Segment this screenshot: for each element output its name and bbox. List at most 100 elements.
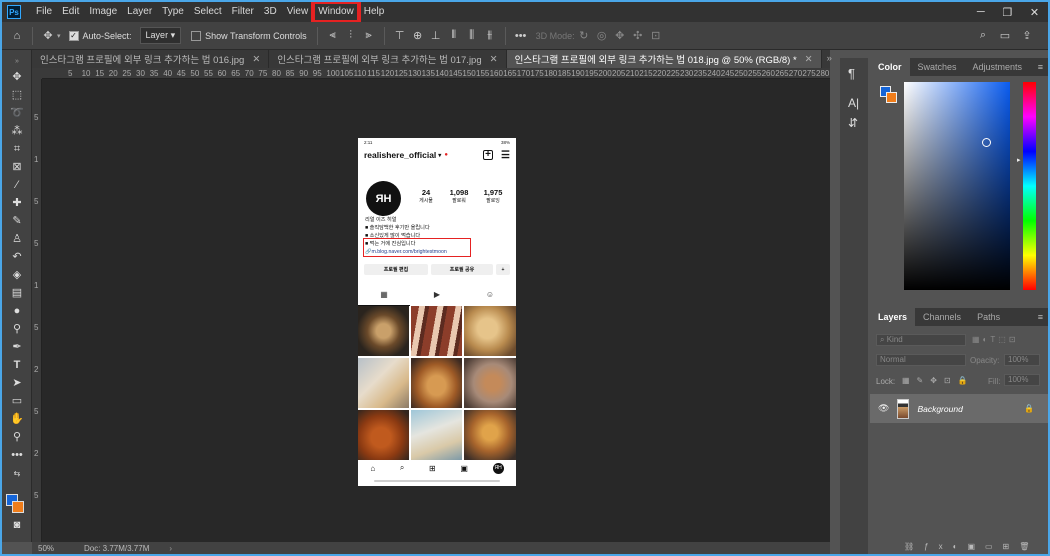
home-icon[interactable]: ⌂ [8,30,26,42]
layer-row-background[interactable]: 👁 Background 🔒 [870,394,1048,423]
share-icon[interactable]: ⇪ [1018,29,1036,42]
zoom-tool-icon[interactable]: ⚲ [8,430,26,445]
menu-filter[interactable]: Filter [227,2,259,22]
menu-file[interactable]: File [31,2,57,22]
quick-select-tool-icon[interactable]: ⁂ [8,124,26,139]
align-right-icon[interactable]: ⫸ [360,29,378,42]
pan-3d-icon[interactable]: ✥ [611,29,629,42]
align-center-icon[interactable]: ⫶ [342,29,360,42]
zoom-level[interactable]: 50% [32,544,62,553]
glyphs-icon[interactable]: ⇵ [848,116,858,130]
dodge-tool-icon[interactable]: ⚲ [8,322,26,337]
lock-icons[interactable]: ▦✎✥⊡🔒 [902,376,975,385]
chevron-down-icon[interactable]: ▾ [57,32,61,40]
pen-tool-icon[interactable]: ✒ [8,340,26,355]
close-icon[interactable]: ✕ [1030,6,1039,19]
eyedropper-tool-icon[interactable]: ⁄ [8,178,26,193]
opacity-field[interactable]: 100% [1004,354,1040,366]
brush-tool-icon[interactable]: ✎ [8,214,26,229]
close-tab-icon[interactable]: ✕ [805,54,813,65]
menu-image[interactable]: Image [84,2,122,22]
menu-select[interactable]: Select [189,2,227,22]
fill-field[interactable]: 100% [1004,374,1040,386]
show-transform-checkbox[interactable] [191,30,202,41]
maximize-icon[interactable]: ❐ [1002,6,1012,19]
align-top-icon[interactable]: ⊤ [391,29,409,42]
roll-3d-icon[interactable]: ◎ [593,29,611,42]
gradient-tool-icon[interactable]: ▤ [8,286,26,301]
scale-3d-icon[interactable]: ⊡ [647,29,665,42]
color-field[interactable] [904,82,1010,290]
document-tab[interactable]: 인스타그램 프로필에 외부 링크 추가하는 법 016.jpg ✕ [32,50,270,68]
menu-layer[interactable]: Layer [122,2,157,22]
close-tab-icon[interactable]: ✕ [252,54,260,65]
path-selection-tool-icon[interactable]: ➤ [8,376,26,391]
canvas-area[interactable]: 2:11 38% realishere_official ▾ ● + ☰ ЯH … [42,79,830,542]
swap-colors-icon[interactable]: ⇆ [8,466,26,481]
minimize-icon[interactable]: ─ [977,6,985,18]
hand-tool-icon[interactable]: ✋ [8,412,26,427]
panel-menu-icon[interactable]: ≡ [1038,312,1043,322]
auto-select-target-dropdown[interactable]: Layer ▾ [139,27,182,44]
workspace-icon[interactable]: ▭ [996,29,1014,42]
healing-brush-tool-icon[interactable]: ✚ [8,196,26,211]
quick-mask-icon[interactable]: ◙ [8,518,26,533]
tab-channels[interactable]: Channels [915,308,969,326]
color-picker-handle[interactable] [982,138,991,147]
type-tool-icon[interactable]: T [8,358,26,373]
tab-layers[interactable]: Layers [870,308,916,326]
close-tab-icon[interactable]: ✕ [490,54,498,65]
more-tools-icon[interactable]: ••• [8,448,26,463]
distribute-center-icon[interactable]: ⫼ [463,29,481,42]
align-left-icon[interactable]: ⫷ [324,29,342,42]
collapse-toolbar-icon[interactable]: » [8,54,26,69]
distribute-left-icon[interactable]: ⫴ [445,29,463,42]
menu-help[interactable]: Help [359,2,390,22]
lasso-tool-icon[interactable]: ➰ [8,106,26,121]
character-icon[interactable]: A| [848,96,859,110]
hue-slider[interactable] [1023,82,1036,290]
tab-swatches[interactable]: Swatches [910,58,965,76]
more-options-icon[interactable]: ••• [512,30,530,42]
menu-3d[interactable]: 3D [259,2,282,22]
visibility-eye-icon[interactable]: 👁 [878,403,889,414]
filter-icons[interactable]: ▦◐T⬚⊡ [972,335,1019,344]
distribute-right-icon[interactable]: ⫵ [481,29,499,42]
blend-mode-dropdown[interactable]: Normal [876,354,966,366]
document-tab-active[interactable]: 인스타그램 프로필에 외부 링크 추가하는 법 018.jpg @ 50% (R… [506,50,822,68]
align-bottom-icon[interactable]: ⊥ [427,29,445,42]
slide-3d-icon[interactable]: ✣ [629,29,647,42]
clone-stamp-tool-icon[interactable]: ♙ [8,232,26,247]
tab-color[interactable]: Color [870,58,910,76]
frame-tool-icon[interactable]: ⊠ [8,160,26,175]
layer-name[interactable]: Background [917,404,962,414]
layer-filter-kind[interactable]: ⌕ Kind [876,334,966,346]
menu-window[interactable]: Window [311,2,361,24]
move-tool-icon[interactable]: ✥ [8,70,26,85]
chevron-right-icon[interactable]: › [169,544,172,553]
tab-paths[interactable]: Paths [969,308,1008,326]
menu-view[interactable]: View [282,2,314,22]
background-color-swatch[interactable] [886,92,897,103]
panel-menu-icon[interactable]: ≡ [1038,62,1043,72]
menu-edit[interactable]: Edit [57,2,84,22]
background-color-swatch[interactable] [12,501,24,513]
marquee-tool-icon[interactable]: ⬚ [8,88,26,103]
orbit-3d-icon[interactable]: ↻ [575,29,593,42]
layers-footer-icons[interactable]: ⛓ƒx◐▣▭⊞🗑 [904,542,1039,551]
history-brush-tool-icon[interactable]: ↶ [8,250,26,265]
rectangle-tool-icon[interactable]: ▭ [8,394,26,409]
eraser-tool-icon[interactable]: ◈ [8,268,26,283]
align-middle-icon[interactable]: ⊕ [409,29,427,42]
auto-select-checkbox[interactable]: ✓ [68,30,79,41]
menu-type[interactable]: Type [157,2,189,22]
crop-tool-icon[interactable]: ⌗ [8,142,26,157]
search-icon[interactable]: ⌕ [974,29,992,42]
paragraph-icon[interactable]: ¶ [848,66,855,81]
move-tool-icon[interactable]: ✥ [39,29,57,42]
tab-overflow-icon[interactable]: » [822,50,837,68]
hue-slider-handle-icon[interactable]: ▸ [1017,156,1021,164]
tab-adjustments[interactable]: Adjustments [965,58,1031,76]
document-tab[interactable]: 인스타그램 프로필에 외부 링크 추가하는 법 017.jpg ✕ [269,50,507,68]
blur-tool-icon[interactable]: ● [8,304,26,319]
